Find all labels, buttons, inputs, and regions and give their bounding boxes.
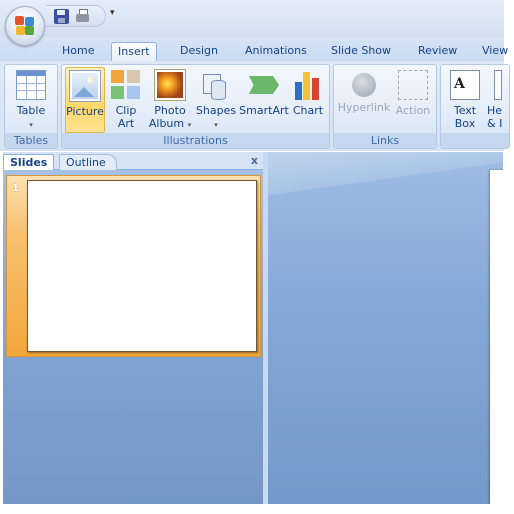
table-icon [16, 70, 46, 100]
chevron-down-icon: ▾ [214, 121, 218, 129]
header-footer-label: He [487, 104, 503, 117]
office-logo-icon [15, 16, 35, 36]
action-icon [398, 70, 428, 100]
chart-icon [293, 70, 323, 100]
smartart-label: SmartArt [239, 104, 289, 117]
table-button[interactable]: Table ▾ [8, 67, 54, 133]
clip-art-label-2: Art [117, 117, 135, 130]
photo-album-label: Photo [154, 104, 186, 117]
table-label: Table [16, 104, 46, 117]
header-footer-icon [494, 70, 502, 100]
header-footer-label-2: & I [487, 117, 503, 130]
picture-button[interactable]: Picture [65, 67, 105, 133]
header-footer-button[interactable]: He & I [487, 67, 509, 133]
tab-review[interactable]: Review [412, 42, 463, 62]
tab-animations[interactable]: Animations [239, 42, 313, 62]
slide-number: 1 [12, 183, 19, 194]
tab-view[interactable]: View [476, 42, 514, 62]
close-icon[interactable]: x [251, 154, 258, 167]
picture-label: Picture [66, 105, 104, 118]
clip-art-button[interactable]: Clip Art [109, 67, 143, 133]
text-box-button[interactable]: A Text Box [445, 67, 485, 133]
slides-pane: Slides Outline x 1 [3, 152, 263, 504]
text-box-icon: A [450, 70, 480, 100]
tab-slide-show[interactable]: Slide Show [325, 42, 397, 62]
chart-label: Chart [292, 104, 324, 117]
ribbon: Table ▾ Tables Picture Clip Art Photo Al… [0, 61, 510, 151]
chevron-down-icon: ▾ [29, 121, 33, 129]
save-icon[interactable] [54, 8, 69, 24]
smartart-button[interactable]: SmartArt [238, 67, 290, 133]
title-bar: ▾ [0, 0, 504, 37]
action-button[interactable]: Action [393, 67, 433, 133]
chevron-down-icon: ▾ [187, 121, 192, 129]
office-button[interactable] [5, 6, 45, 46]
smartart-icon [249, 76, 279, 94]
tab-slides[interactable]: Slides [3, 154, 55, 170]
quick-access-toolbar [46, 5, 106, 27]
tab-design[interactable]: Design [174, 42, 224, 62]
clip-art-label: Clip [115, 104, 137, 117]
slide-thumbnail-selected[interactable]: 1 [6, 175, 261, 357]
chart-button[interactable]: Chart [290, 67, 326, 133]
slide-editing-area [268, 152, 503, 504]
group-text: A Text Box He & I [440, 64, 510, 149]
text-box-label-2: Box [454, 117, 476, 130]
shapes-icon [201, 70, 231, 100]
text-box-label: Text [453, 104, 477, 117]
tab-outline[interactable]: Outline [59, 154, 117, 170]
slide-canvas[interactable] [490, 170, 503, 504]
tab-insert[interactable]: Insert [111, 42, 157, 63]
hyperlink-label: Hyperlink [337, 101, 391, 114]
photo-album-button[interactable]: Photo Album ▾ [147, 67, 193, 133]
ribbon-tabs: Home Insert Design Animations Slide Show… [0, 37, 508, 63]
photo-album-icon [154, 69, 186, 101]
action-label: Action [395, 104, 431, 117]
customize-quick-access-icon[interactable]: ▾ [110, 8, 115, 18]
group-label-text [441, 133, 509, 148]
tab-home[interactable]: Home [56, 42, 100, 62]
shapes-label: Shapes [195, 104, 237, 117]
group-illustrations: Picture Clip Art Photo Album ▾ Shapes ▾ … [61, 64, 330, 149]
group-links: Hyperlink Action Links [333, 64, 437, 149]
pane-tabs: Slides Outline x [3, 152, 263, 170]
group-label-illustrations: Illustrations [62, 133, 329, 148]
group-tables: Table ▾ Tables [4, 64, 58, 149]
photo-album-label-2: Album [148, 117, 185, 130]
picture-icon [69, 70, 101, 102]
slide-thumbnail[interactable] [27, 180, 257, 352]
hyperlink-button[interactable]: Hyperlink [337, 67, 391, 133]
group-label-links: Links [334, 133, 436, 148]
shapes-button[interactable]: Shapes ▾ [195, 67, 237, 133]
print-icon[interactable] [75, 8, 90, 24]
clip-art-icon [111, 70, 141, 100]
group-label-tables: Tables [5, 133, 57, 148]
hyperlink-globe-icon [352, 73, 376, 97]
